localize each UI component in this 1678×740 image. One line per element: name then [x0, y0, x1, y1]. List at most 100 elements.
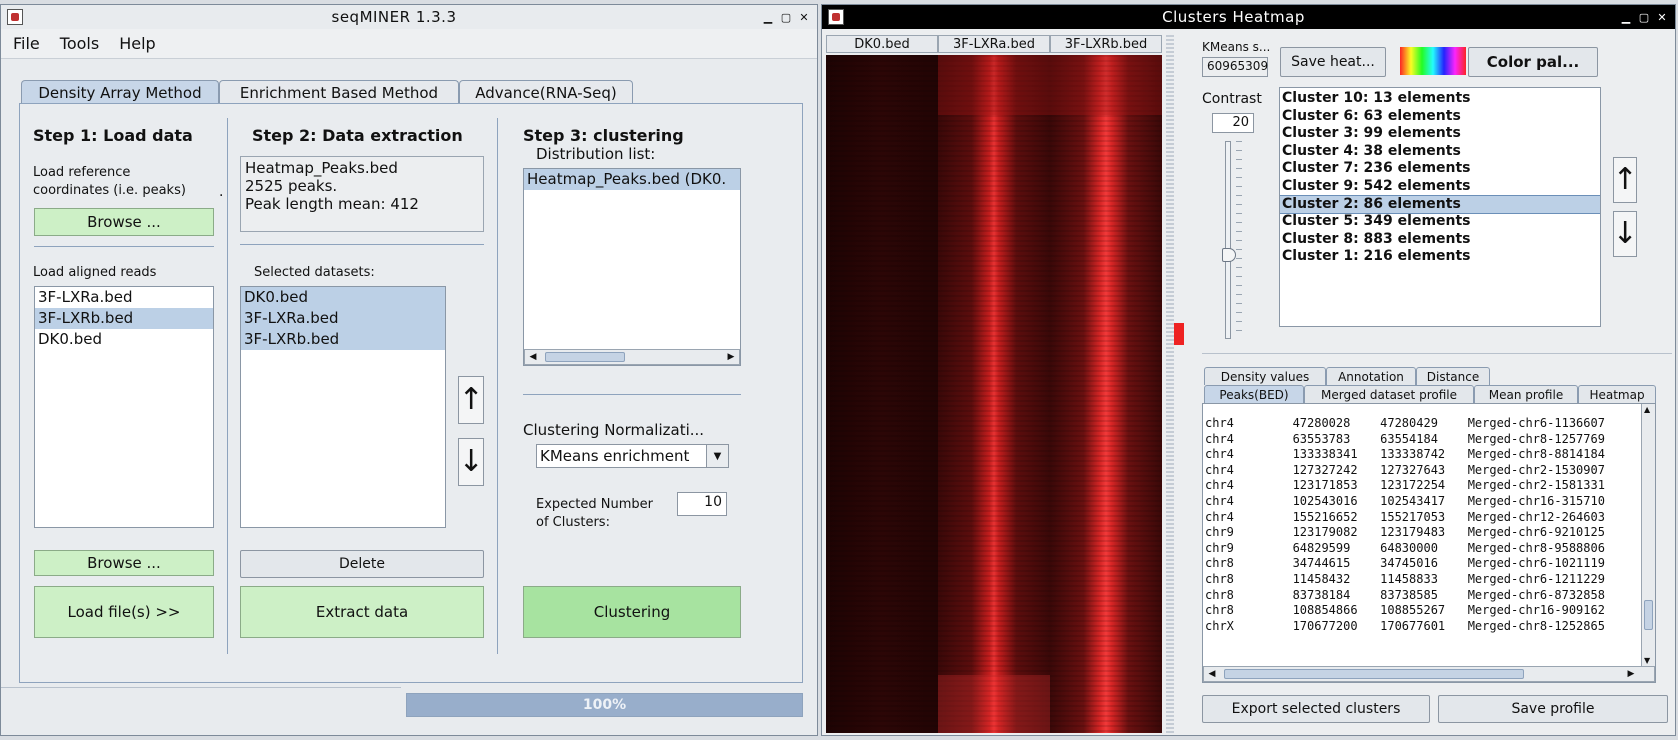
cluster-item[interactable]: Cluster 7: 236 elements [1280, 160, 1600, 178]
table-row[interactable]: chr9 64829599 64830000 Merged-chr8-9588806 [1205, 541, 1639, 557]
tab-annotation[interactable]: Annotation [1326, 367, 1416, 385]
scroll-down-icon[interactable]: ▼ [1644, 656, 1650, 665]
scroll-left-icon[interactable]: ◀ [526, 350, 540, 364]
kmeans-seed-field[interactable]: 60965309 [1202, 57, 1268, 77]
table-row[interactable]: chr8 11458432 11458833 Merged-chr6-1211229 [1205, 572, 1639, 588]
list-item[interactable]: 3F-LXRb.bed [241, 329, 445, 350]
heatmap-splitter[interactable] [1166, 35, 1174, 733]
tab-merged-dataset-profile[interactable]: Merged dataset profile [1304, 385, 1474, 403]
minimize-icon[interactable]: ▁ [1617, 11, 1635, 24]
table-row[interactable]: chr8 108854866 108855267 Merged-chr16-90916… [1205, 603, 1639, 619]
table-row[interactable]: chr9 123179082 123179483 Merged-chr6-921012… [1205, 525, 1639, 541]
contrast-input[interactable]: 20 [1212, 113, 1254, 133]
cluster-item[interactable]: Cluster 4: 38 elements [1280, 143, 1600, 161]
cluster-item[interactable]: Cluster 6: 63 elements [1280, 108, 1600, 126]
cluster-list[interactable]: Cluster 10: 13 elements Cluster 6: 63 el… [1279, 87, 1601, 327]
start-cell: 170677200 [1292, 618, 1358, 633]
load-files-button[interactable]: Load file(s) >> [34, 586, 214, 638]
distribution-hscrollbar[interactable]: ◀ ▶ [524, 349, 740, 365]
clustering-button[interactable]: Clustering [523, 586, 741, 638]
tab-density-array[interactable]: Density Array Method [21, 80, 219, 104]
list-item[interactable]: DK0.bed [241, 287, 445, 308]
scroll-thumb[interactable] [1224, 669, 1524, 679]
selected-datasets-list[interactable]: DK0.bed 3F-LXRa.bed 3F-LXRb.bed [240, 286, 446, 528]
cluster-item-selected[interactable]: Cluster 2: 86 elements [1280, 194, 1600, 215]
table-row[interactable]: chr4 123171853 123172254 Merged-chr2-158133… [1205, 478, 1639, 494]
save-profile-button[interactable]: Save profile [1438, 695, 1668, 723]
tab-distance[interactable]: Distance [1416, 367, 1490, 385]
cluster-move-down-button[interactable]: ↓ [1612, 211, 1638, 257]
slider-thumb[interactable] [1222, 248, 1236, 263]
cluster-move-up-button[interactable]: ↑ [1612, 157, 1638, 203]
browse-reference-button[interactable]: Browse ... [34, 208, 214, 236]
table-row[interactable]: chr4 133338341 133338742 Merged-chr8-881418… [1205, 447, 1639, 463]
cluster-item[interactable]: Cluster 9: 542 elements [1280, 178, 1600, 196]
tab-peaks-bed[interactable]: Peaks(BED) [1204, 385, 1304, 403]
table-row[interactable]: chr8 83738184 83738585 Merged-chr6-8732858 [1205, 588, 1639, 604]
name-cell: Merged-chr12-264603 [1467, 509, 1605, 524]
list-item[interactable]: Heatmap_Peaks.bed (DK0. [524, 169, 740, 190]
cluster-item[interactable]: Cluster 5: 349 elements [1280, 213, 1600, 231]
aligned-reads-list[interactable]: 3F-LXRa.bed 3F-LXRb.bed DK0.bed [34, 286, 214, 528]
scroll-left-icon[interactable]: ◀ [1205, 667, 1219, 681]
color-palette-button[interactable]: Color pal... [1468, 47, 1598, 77]
delete-button[interactable]: Delete [240, 550, 484, 578]
table-row[interactable]: chr4 155216652 155217053 Merged-chr12-26460… [1205, 510, 1639, 526]
peaks-hscrollbar[interactable]: ◀ ▶ [1203, 666, 1655, 682]
extract-data-button[interactable]: Extract data [240, 586, 484, 638]
close-icon[interactable]: ✕ [1653, 11, 1671, 24]
list-item[interactable]: 3F-LXRa.bed [35, 287, 213, 308]
clusters-heatmap-window: Clusters Heatmap ▁ ▢ ✕ DK0.bed 3F-LXRa.b… [821, 4, 1676, 736]
peaks-vscrollbar[interactable]: ▲ ▼ [1641, 404, 1655, 666]
scroll-up-icon[interactable]: ▲ [1644, 405, 1650, 414]
tab-heatmap[interactable]: Heatmap [1578, 385, 1656, 403]
move-up-button[interactable]: ↑ [458, 376, 484, 424]
scroll-thumb[interactable] [1644, 600, 1653, 630]
distribution-list[interactable]: Heatmap_Peaks.bed (DK0. ◀ ▶ [523, 168, 741, 366]
start-cell: 47280028 [1292, 416, 1351, 430]
contrast-slider[interactable] [1222, 141, 1246, 339]
table-row[interactable]: chr4 63553783 63554184 Merged-chr8-1257769 [1205, 432, 1639, 448]
menu-help[interactable]: Help [119, 34, 155, 53]
close-icon[interactable]: ✕ [795, 11, 813, 24]
tab-advance-rnaseq[interactable]: Advance(RNA-Seq) [459, 80, 633, 104]
table-row[interactable]: chr4 47280028 47280429 Merged-chr6-1136607 [1205, 416, 1639, 432]
cluster-item[interactable]: Cluster 3: 99 elements [1280, 125, 1600, 143]
heatmap-titlebar[interactable]: Clusters Heatmap ▁ ▢ ✕ [822, 5, 1675, 29]
dot-marker: . [219, 184, 224, 200]
maximize-icon[interactable]: ▢ [1635, 11, 1653, 24]
cluster-item[interactable]: Cluster 8: 883 elements [1280, 231, 1600, 249]
list-item[interactable]: DK0.bed [35, 329, 213, 350]
chevron-down-icon[interactable]: ▼ [706, 445, 728, 467]
heatmap-image[interactable] [826, 55, 1162, 733]
arrow-up-icon: ↑ [1612, 162, 1638, 197]
browse-reads-button[interactable]: Browse ... [34, 550, 214, 576]
normalization-select[interactable]: KMeans enrichment ▼ [536, 444, 729, 468]
save-heatmap-button[interactable]: Save heat... [1280, 47, 1386, 77]
tab-mean-profile[interactable]: Mean profile [1474, 385, 1578, 403]
table-row[interactable]: chr4 102543016 102543417 Merged-chr16-31571… [1205, 494, 1639, 510]
expected-clusters-input[interactable]: 10 [677, 492, 727, 516]
menu-file[interactable]: File [13, 34, 40, 53]
name-cell: Merged-chr2-1581331 [1467, 478, 1605, 493]
tab-enrichment-based[interactable]: Enrichment Based Method [219, 80, 459, 104]
cluster-item[interactable]: Cluster 1: 216 elements [1280, 248, 1600, 266]
table-row[interactable]: chr8 34744615 34745016 Merged-chr6-1021119 [1205, 556, 1639, 572]
cluster-item[interactable]: Cluster 10: 13 elements [1280, 90, 1600, 108]
main-titlebar[interactable]: seqMINER 1.3.3 ▁ ▢ ✕ [1, 5, 817, 29]
minimize-icon[interactable]: ▁ [759, 11, 777, 24]
list-item[interactable]: 3F-LXRb.bed [35, 308, 213, 329]
menu-tools[interactable]: Tools [60, 34, 99, 53]
scroll-thumb[interactable] [545, 352, 625, 362]
arrow-down-icon: ↓ [1612, 216, 1638, 251]
move-down-button[interactable]: ↓ [458, 438, 484, 486]
scroll-right-icon[interactable]: ▶ [1624, 667, 1638, 681]
table-row[interactable]: chrX 170677200 170677601 Merged-chr8-125286… [1205, 619, 1639, 635]
scroll-right-icon[interactable]: ▶ [724, 350, 738, 364]
export-selected-clusters-button[interactable]: Export selected clusters [1202, 695, 1430, 723]
peaks-table[interactable]: chr4 47280028 47280429 Merged-chr6-1136607 c… [1202, 403, 1656, 683]
maximize-icon[interactable]: ▢ [777, 11, 795, 24]
tab-density-values[interactable]: Density values [1204, 367, 1326, 385]
table-row[interactable]: chr4 127327242 127327643 Merged-chr2-153090… [1205, 463, 1639, 479]
list-item[interactable]: 3F-LXRa.bed [241, 308, 445, 329]
